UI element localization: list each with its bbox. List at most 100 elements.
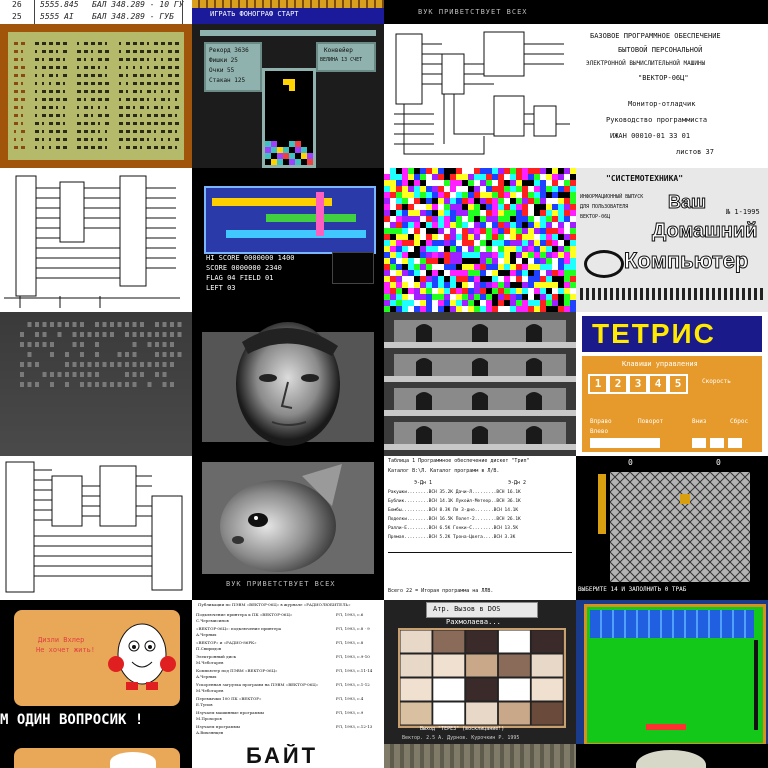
- dim-glyph: [35, 382, 39, 387]
- noise-pixel: [390, 252, 396, 258]
- grid-cell: [639, 561, 651, 573]
- hex-glyph: [21, 106, 23, 109]
- puzzle-piece[interactable]: [497, 630, 531, 654]
- maze-path: [316, 192, 324, 236]
- noise-pixel: [432, 216, 438, 222]
- puzzle-piece[interactable]: [432, 677, 466, 702]
- noise-pixel: [522, 204, 528, 210]
- grid-cell: [610, 501, 621, 513]
- hex-glyph: [49, 114, 53, 117]
- publication-item: Изучаем программы А.Вихлянцев РЛ, 1993, с.…: [196, 724, 380, 738]
- dim-glyph: [20, 372, 24, 377]
- noise-pixel: [510, 168, 516, 174]
- noise-pixel: [444, 240, 450, 246]
- dim-glyph: [27, 342, 32, 347]
- noise-pixel: [390, 216, 396, 222]
- hex-glyph: [119, 146, 121, 149]
- publication-title: «ВЕКТОР» и «РАДИО-86РК»: [196, 640, 257, 645]
- puzzle-piece[interactable]: [497, 677, 531, 702]
- noise-pixel: [480, 288, 486, 294]
- grid-cell: [649, 571, 661, 582]
- grid-cell: [699, 501, 711, 513]
- dim-glyph: [132, 382, 137, 387]
- puzzle-piece[interactable]: [465, 701, 499, 726]
- grid-cell: [659, 551, 671, 563]
- noise-pixel: [468, 294, 474, 300]
- noise-pixel: [432, 288, 438, 294]
- publication-ref: РЛ, 1993, с.9: [336, 710, 364, 715]
- noise-pixel: [528, 276, 534, 282]
- puzzle-piece[interactable]: [465, 630, 499, 654]
- noise-pixel: [402, 198, 408, 204]
- castle-door: [416, 324, 432, 342]
- noise-pixel: [516, 186, 522, 192]
- puzzle-piece[interactable]: [432, 653, 466, 678]
- puzzle-piece[interactable]: [497, 701, 531, 726]
- puzzle-piece[interactable]: [497, 653, 531, 678]
- noise-pixel: [540, 192, 546, 198]
- hex-glyph: [168, 122, 172, 125]
- noise-pixel: [516, 180, 522, 186]
- hex-glyph: [35, 138, 39, 141]
- puzzle-piece[interactable]: [465, 653, 499, 678]
- grid-cell: [639, 511, 651, 523]
- hex-glyph: [133, 42, 137, 45]
- puzzle-piece[interactable]: [400, 677, 433, 702]
- hex-glyph: [49, 90, 53, 93]
- puzzle-piece[interactable]: [465, 677, 499, 702]
- dim-glyph: [110, 382, 114, 387]
- puzzle-piece[interactable]: [530, 701, 564, 726]
- noise-pixel: [450, 264, 456, 270]
- hex-glyph: [168, 106, 170, 109]
- noise-pixel: [498, 198, 504, 204]
- noise-pixel: [558, 174, 564, 180]
- hex-glyph: [84, 114, 88, 117]
- noise-pixel: [522, 180, 528, 186]
- hex-glyph: [35, 50, 37, 53]
- hex-glyph: [140, 74, 144, 77]
- noise-pixel: [486, 234, 492, 240]
- hex-glyph: [119, 122, 123, 125]
- hex-glyph: [168, 146, 172, 149]
- puzzle-piece[interactable]: [400, 701, 433, 726]
- noise-pixel: [546, 276, 552, 282]
- puzzle-piece[interactable]: [432, 701, 466, 726]
- grid-cell: [610, 531, 621, 543]
- publication-title: Перемычки 100 ПК «ВЕКТОР»: [196, 696, 262, 701]
- dim-glyph: [20, 332, 24, 337]
- publication-item: Изучаем машинные программы М.Прохоров РЛ, …: [196, 710, 380, 724]
- hex-glyph: [14, 58, 18, 61]
- hex-glyph: [147, 114, 151, 117]
- dim-glyph: [117, 352, 122, 357]
- puzzle-piece[interactable]: [530, 653, 564, 678]
- hex-glyph: [133, 106, 135, 109]
- hex-glyph: [84, 90, 88, 93]
- puzzle-footer-2: Вектор. 2.5 А. Дурнов. Курочкин Р. 1995: [402, 735, 520, 741]
- noise-pixel: [450, 258, 456, 264]
- noise-pixel: [438, 288, 444, 294]
- puzzle-piece[interactable]: [530, 630, 564, 654]
- noise-pixel: [546, 288, 552, 294]
- puzzle-piece[interactable]: [432, 630, 466, 654]
- noise-pixel: [408, 168, 414, 174]
- hex-glyph: [42, 122, 44, 125]
- noise-pixel: [396, 300, 402, 306]
- hex-glyph: [154, 50, 158, 53]
- puzzle-piece[interactable]: [400, 630, 433, 654]
- noise-pixel: [558, 234, 564, 240]
- noise-pixel: [396, 264, 402, 270]
- tetris2-subtitle: Клавиши управления: [622, 360, 698, 368]
- noise-pixel: [432, 234, 438, 240]
- grid-cell: [739, 511, 750, 523]
- noise-pixel: [456, 294, 462, 300]
- noise-pixel: [408, 288, 414, 294]
- hex-glyph: [98, 66, 100, 69]
- puzzle-piece[interactable]: [530, 677, 564, 702]
- noise-pixel: [462, 294, 468, 300]
- puzzle-piece[interactable]: [400, 653, 433, 678]
- noise-pixel: [474, 192, 480, 198]
- noise-pixel: [414, 246, 420, 252]
- noise-pixel: [540, 282, 546, 288]
- grid-cell: [729, 481, 741, 493]
- hex-glyph: [84, 42, 88, 45]
